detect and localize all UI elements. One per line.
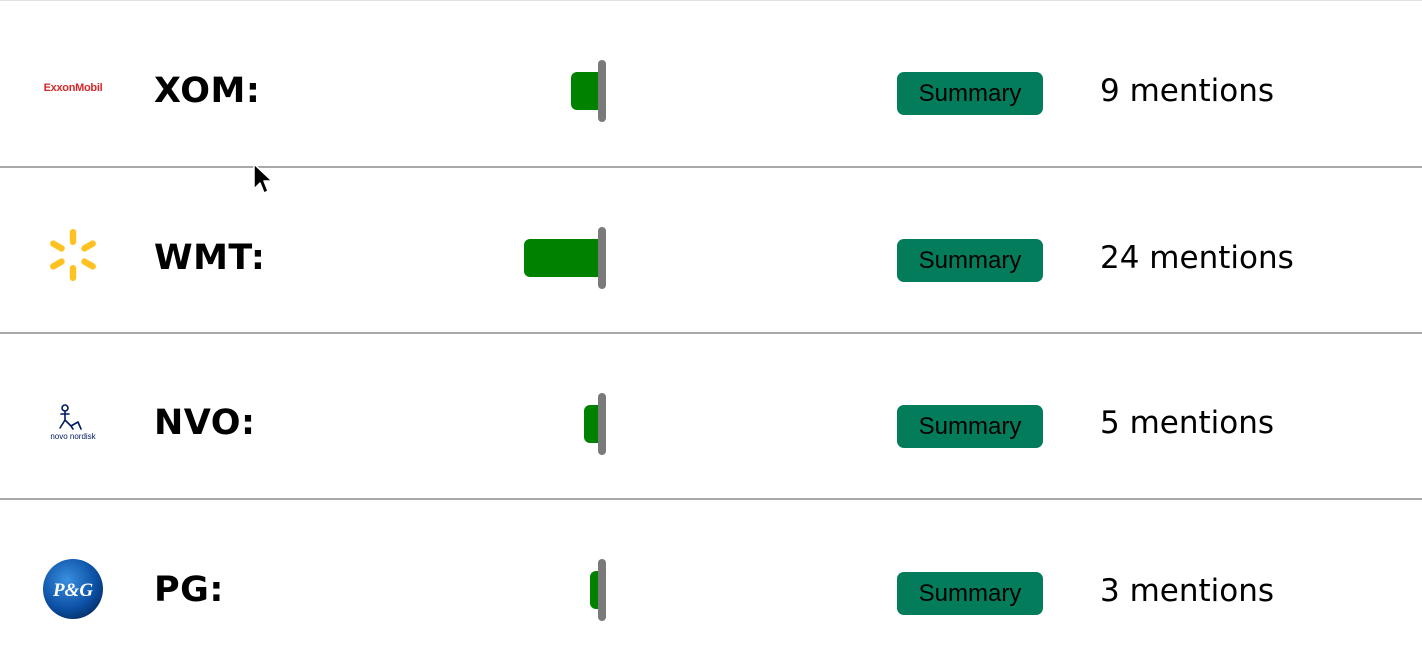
mentions-bar-fill <box>524 239 600 277</box>
list-item: P&G PG: Summary 3 mentions <box>0 499 1422 662</box>
mentions-count: 24 mentions <box>1100 240 1294 276</box>
mentions-bar-axis <box>598 559 606 621</box>
mentions-bar-axis <box>598 60 606 122</box>
exxonmobil-logo: ExxonMobil <box>40 55 106 121</box>
ticker-label: XOM: <box>154 71 261 111</box>
mentions-bar-axis <box>598 393 606 455</box>
pg-logo-text: P&G <box>52 580 93 601</box>
walmart-spark-logo <box>40 222 106 288</box>
summary-button[interactable]: Summary <box>897 405 1043 448</box>
list-item: WMT: Summary 24 mentions <box>0 167 1422 334</box>
pg-logo: P&G <box>40 556 106 622</box>
exxonmobil-logo-text: ExxonMobil <box>43 82 103 94</box>
mentions-bar-axis <box>598 227 606 289</box>
ticker-label: PG: <box>154 570 224 610</box>
mentions-count: 5 mentions <box>1100 405 1275 441</box>
mentions-count: 9 mentions <box>1100 73 1275 109</box>
list-item: ExxonMobil XOM: Summary 9 mentions <box>0 1 1422 168</box>
novo-nordisk-logo-text: novo nordisk <box>50 432 96 441</box>
novo-nordisk-logo: novo nordisk <box>40 389 106 455</box>
list-item: novo nordisk NVO: Summary 5 mentions <box>0 333 1422 500</box>
mouse-pointer-icon <box>253 163 273 194</box>
mentions-bar-fill <box>571 72 600 110</box>
ticker-label: WMT: <box>154 238 266 278</box>
ticker-mentions-list: ExxonMobil XOM: Summary 9 mentions WMT: … <box>0 0 1422 662</box>
walmart-spark-icon <box>50 229 96 281</box>
mentions-bar <box>440 393 610 455</box>
novo-nordisk-icon: novo nordisk <box>50 404 97 441</box>
summary-button[interactable]: Summary <box>897 239 1043 282</box>
summary-button[interactable]: Summary <box>897 72 1043 115</box>
summary-button[interactable]: Summary <box>897 572 1043 615</box>
mentions-bar <box>440 559 610 621</box>
ticker-label: NVO: <box>154 403 256 443</box>
mentions-count: 3 mentions <box>1100 573 1275 609</box>
mentions-bar <box>440 227 610 289</box>
pg-icon: P&G <box>43 559 103 619</box>
mentions-bar <box>440 60 610 122</box>
